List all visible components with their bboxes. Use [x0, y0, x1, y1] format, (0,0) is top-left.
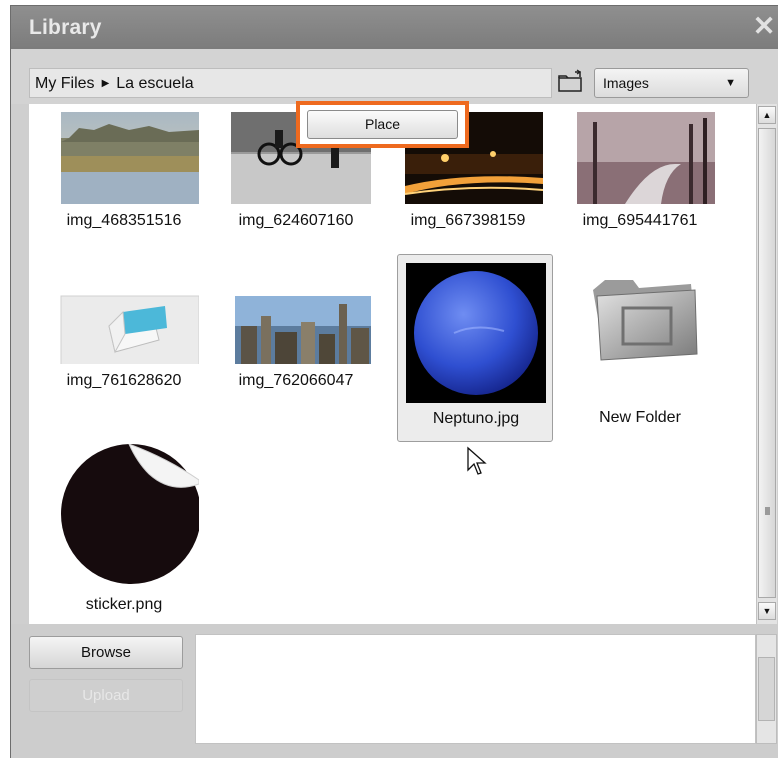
image-thumbnail [49, 443, 201, 584]
chevron-down-icon: ▼ [725, 77, 736, 89]
upload-status-scrollbar[interactable] [756, 634, 777, 744]
breadcrumb-item-root[interactable]: My Files [35, 75, 95, 92]
mouse-pointer-icon [467, 446, 487, 475]
file-name: Neptuno.jpg [432, 410, 520, 427]
file-name: img_468351516 [66, 212, 182, 229]
file-name: img_761628620 [66, 372, 182, 389]
scroll-thumb[interactable] [758, 128, 776, 598]
image-thumbnail [406, 263, 546, 403]
window-title: Library [29, 16, 102, 39]
scroll-thumb[interactable] [758, 657, 775, 721]
close-icon[interactable]: ✕ [751, 13, 777, 40]
toolbar: My Files ▶ La escuela Images ▼ [11, 49, 778, 104]
image-thumbnail [49, 254, 200, 377]
file-name: img_695441761 [582, 212, 698, 229]
place-popup: Place [296, 101, 469, 148]
file-item-selected[interactable]: Neptuno.jpg [397, 254, 553, 442]
breadcrumb: My Files ▶ La escuela [29, 68, 552, 98]
file-grid: img_468351516 img_624607160 img_66739815… [29, 104, 756, 624]
breadcrumb-item-current[interactable]: La escuela [116, 75, 193, 92]
upload-button[interactable]: Upload [29, 679, 183, 712]
type-filter-value: Images [603, 75, 649, 91]
file-item[interactable]: img_762066047 [221, 254, 371, 444]
window-titlebar[interactable]: Library ✕ [11, 6, 778, 49]
file-name: img_667398159 [410, 212, 526, 229]
library-window: Library ✕ My Files ▶ La escuela Images ▼ [10, 5, 778, 758]
scroll-up-icon[interactable]: ▲ [758, 106, 776, 124]
file-item[interactable]: New Folder [565, 254, 715, 444]
file-name: img_762066047 [238, 372, 354, 389]
file-name: New Folder [599, 409, 681, 426]
upload-status-area [195, 634, 756, 744]
file-item[interactable]: img_761628620 [49, 254, 200, 444]
file-item[interactable]: sticker.png [49, 443, 201, 624]
triangle-right-icon: ▶ [101, 78, 110, 89]
place-button[interactable]: Place [307, 110, 458, 139]
folder-up-icon[interactable] [555, 68, 587, 98]
scroll-grip [765, 507, 770, 515]
bottom-panel: Browse Upload [11, 624, 778, 758]
image-thumbnail [49, 104, 199, 204]
browse-button[interactable]: Browse [29, 636, 183, 669]
folder-icon [585, 262, 705, 372]
file-name: img_624607160 [238, 212, 354, 229]
image-thumbnail [221, 254, 371, 400]
scroll-down-icon[interactable]: ▼ [758, 602, 776, 620]
file-grid-scrollbar[interactable]: ▲ ▼ [756, 104, 777, 624]
type-filter-select[interactable]: Images ▼ [594, 68, 749, 98]
file-name: sticker.png [85, 596, 163, 613]
image-thumbnail [565, 104, 715, 204]
